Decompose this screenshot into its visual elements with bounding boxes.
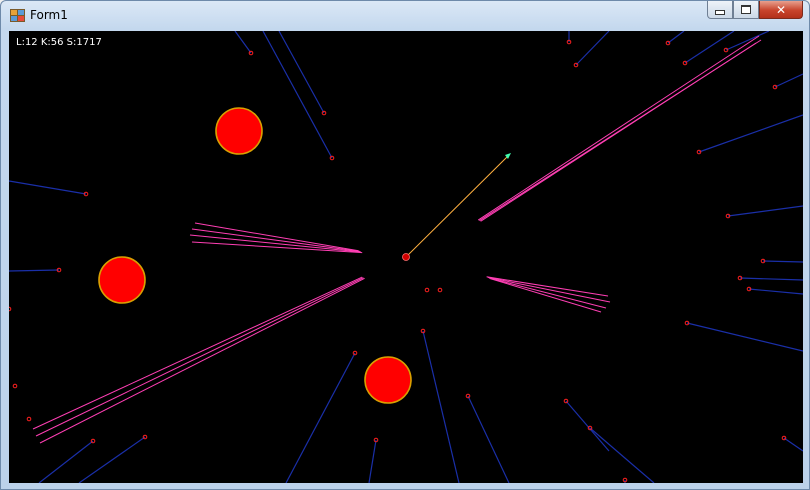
laser-beam — [480, 42, 757, 222]
enemy-trail — [285, 352, 356, 483]
laser-beam — [490, 278, 602, 313]
laser-beam — [191, 228, 360, 252]
minimize-icon — [715, 9, 725, 15]
enemy-trail — [234, 31, 252, 54]
laser-beam — [477, 35, 760, 221]
planet — [364, 356, 412, 404]
player-ship — [402, 253, 410, 261]
enemy-trail — [9, 269, 60, 272]
laser-beam — [35, 277, 364, 437]
enemy-trail — [698, 114, 803, 153]
close-icon: ✕ — [775, 2, 787, 17]
enemy-trail — [467, 395, 510, 483]
planet — [215, 107, 263, 155]
enemy-trail — [262, 31, 333, 159]
enemy — [424, 287, 430, 293]
app-icon[interactable] — [10, 9, 25, 22]
enemy-trail — [727, 205, 803, 217]
enemy-trail — [725, 31, 770, 51]
enemy — [9, 306, 12, 312]
laser-beam — [39, 277, 365, 444]
laser-beam — [32, 276, 363, 430]
window-controls: ✕ — [707, 1, 803, 21]
window-title: Form1 — [30, 8, 68, 22]
hud-status: L:12 K:56 S:1717 — [16, 37, 102, 48]
enemy-trail — [565, 400, 610, 452]
planet — [98, 256, 146, 304]
laser-beam — [194, 222, 359, 252]
enemy-trail — [422, 330, 460, 483]
enemy-trail — [684, 31, 735, 64]
enemy — [12, 383, 18, 389]
enemy-trail — [762, 260, 803, 263]
enemy-trail — [774, 73, 803, 88]
enemy-trail — [748, 288, 803, 295]
game-canvas[interactable]: L:12 K:56 S:1717 — [9, 31, 803, 483]
aim-line — [405, 154, 510, 258]
enemy — [437, 287, 443, 293]
title-bar[interactable]: Form1 ✕ — [1, 1, 809, 29]
enemy-trail — [368, 439, 377, 483]
enemy-trail — [575, 31, 610, 66]
enemy-trail — [739, 277, 803, 281]
game-scene[interactable] — [9, 31, 803, 483]
enemy-trail — [589, 427, 655, 483]
maximize-icon — [741, 5, 751, 14]
enemy-trail — [9, 180, 87, 195]
enemy-trail — [783, 437, 803, 452]
maximize-button[interactable] — [733, 1, 759, 19]
enemy-trail — [686, 322, 803, 352]
minimize-button[interactable] — [707, 1, 733, 19]
close-button[interactable]: ✕ — [759, 1, 803, 19]
enemy-trail — [667, 31, 685, 44]
enemy-trail — [38, 440, 94, 483]
app-window: Form1 ✕ L:12 K:56 S:1717 — [0, 0, 810, 490]
enemy — [26, 416, 32, 422]
laser-beam — [487, 276, 611, 303]
